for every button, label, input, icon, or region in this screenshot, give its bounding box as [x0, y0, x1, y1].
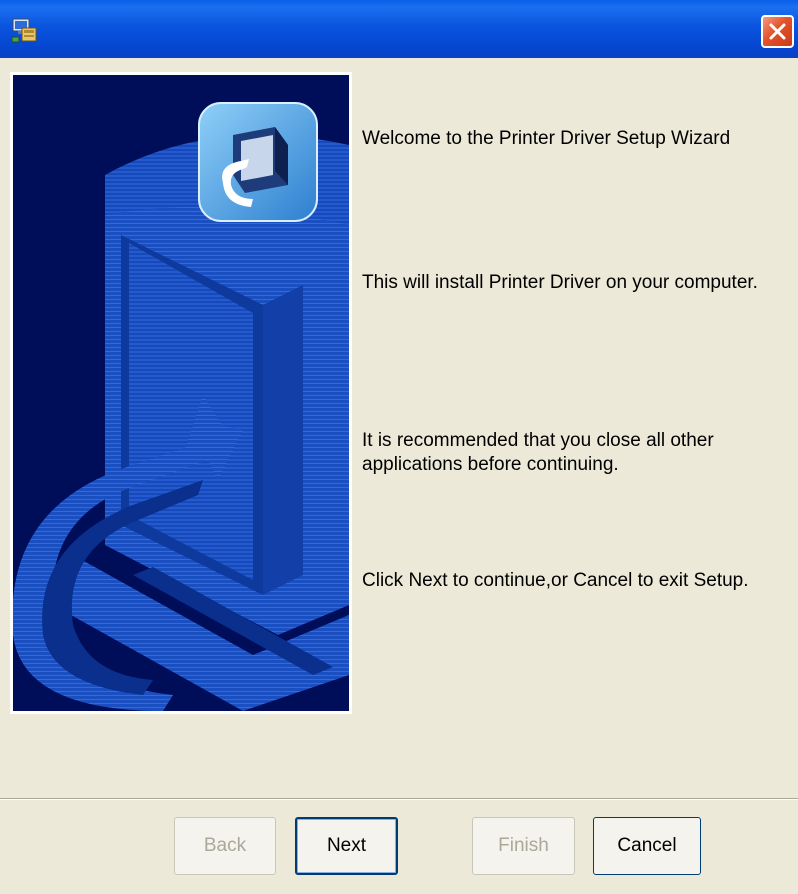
install-info-text: This will install Printer Driver on your…: [362, 272, 758, 293]
printer-setup-banner: [10, 72, 352, 714]
button-separator: [0, 798, 798, 800]
setup-wizard-window: Welcome to the Printer Driver Setup Wiza…: [0, 0, 798, 894]
next-button[interactable]: Next: [295, 817, 398, 875]
finish-button[interactable]: Finish: [472, 817, 575, 875]
cancel-button[interactable]: Cancel: [593, 817, 701, 875]
recommendation-text: It is recommended that you close all oth…: [362, 430, 714, 475]
close-x-icon: [769, 23, 786, 40]
setup-installer-icon[interactable]: [10, 15, 40, 45]
instructions-text: Click Next to continue,or Cancel to exit…: [362, 570, 749, 591]
banner-art: [13, 75, 349, 711]
title-bar[interactable]: [0, 0, 798, 58]
back-button[interactable]: Back: [174, 817, 276, 875]
close-button[interactable]: [761, 15, 794, 48]
welcome-text: Welcome to the Printer Driver Setup Wiza…: [362, 128, 731, 149]
